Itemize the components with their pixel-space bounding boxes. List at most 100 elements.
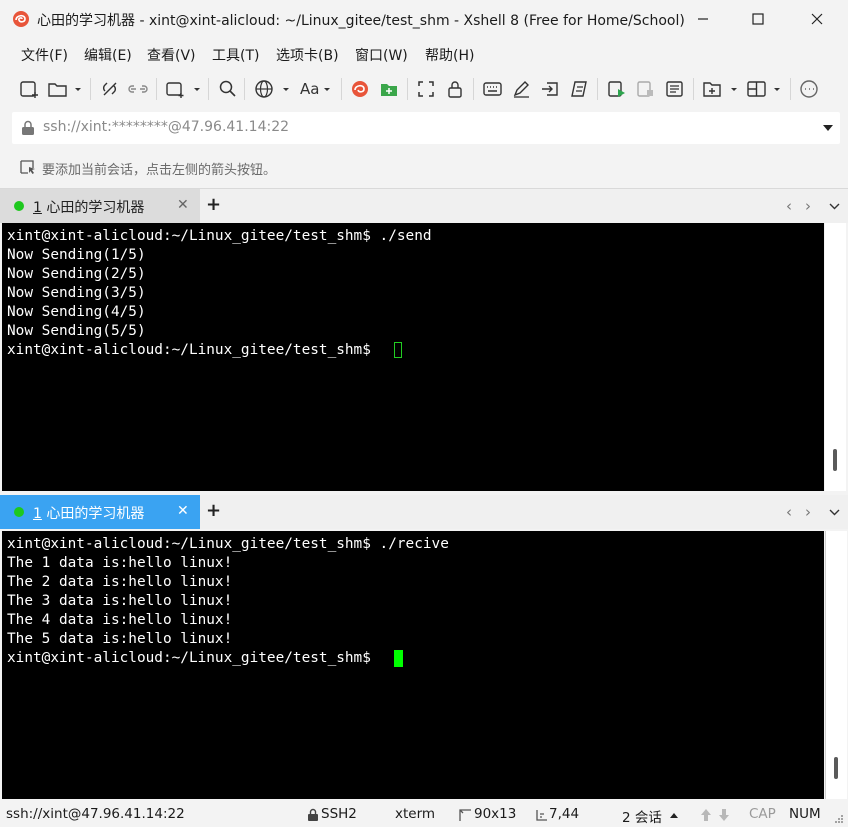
tab-prev-icon[interactable]: ‹ xyxy=(786,197,792,215)
terminal-line: xint@xint-alicloud:~/Linux_gitee/test_sh… xyxy=(7,536,449,552)
folder-open-icon xyxy=(48,83,81,97)
chat-bubble-icon xyxy=(800,80,818,98)
run-script-button[interactable] xyxy=(606,77,628,101)
cursor-position-icon xyxy=(536,810,547,821)
menu-help[interactable]: 帮助(H) xyxy=(425,45,474,65)
highlight-button[interactable] xyxy=(511,77,533,101)
toolbar: Aa xyxy=(0,72,848,106)
chevron-down-icon xyxy=(324,88,331,91)
tab-list-chevron-icon[interactable] xyxy=(829,509,840,516)
new-tab-group-button[interactable] xyxy=(702,77,740,101)
chat-button[interactable] xyxy=(799,77,821,101)
xftp-button[interactable] xyxy=(379,77,401,101)
menu-tools[interactable]: 工具(T) xyxy=(212,45,259,65)
status-num-lock: NUM xyxy=(789,806,821,822)
terminal-line: Now Sending(2/5) xyxy=(7,266,146,282)
terminal-cursor-inactive xyxy=(394,342,402,358)
status-protocol: SSH2 xyxy=(321,806,357,822)
terminal-line: The 4 data is:hello linux! xyxy=(7,612,233,628)
terminal-cursor-active xyxy=(394,650,403,667)
menu-window[interactable]: 窗口(W) xyxy=(355,45,408,65)
address-bar[interactable]: ssh://xint:********@47.96.41.14:22 xyxy=(12,112,840,144)
tab-list-chevron-icon[interactable] xyxy=(829,203,840,210)
address-input[interactable]: ssh://xint:********@47.96.41.14:22 xyxy=(43,119,289,135)
scrollbar-top[interactable] xyxy=(825,223,846,491)
fullscreen-button[interactable] xyxy=(416,77,438,101)
new-session-icon xyxy=(20,81,38,98)
folder-add-icon xyxy=(703,82,737,97)
stop-script-button[interactable] xyxy=(635,77,657,101)
tab-prev-icon[interactable]: ‹ xyxy=(786,503,792,521)
transfer-icon xyxy=(542,82,558,96)
terminal-line: Now Sending(1/5) xyxy=(7,247,146,263)
terminal-pane-top[interactable]: xint@xint-alicloud:~/Linux_gitee/test_sh… xyxy=(2,223,824,491)
keyboard-button[interactable] xyxy=(482,77,504,101)
status-session-count[interactable]: 2 会话 xyxy=(622,806,662,826)
xftp-folder-icon xyxy=(381,84,397,96)
close-button[interactable] xyxy=(788,0,846,38)
terminal-line: xint@xint-alicloud:~/Linux_gitee/test_sh… xyxy=(7,650,380,666)
disconnect-button[interactable] xyxy=(100,77,122,101)
terminal-size-icon xyxy=(459,809,471,821)
tab-close-icon[interactable]: ✕ xyxy=(177,197,189,213)
link-icon xyxy=(128,85,148,93)
new-window-button[interactable] xyxy=(165,77,203,101)
lock-button[interactable] xyxy=(445,77,467,101)
reconnect-button[interactable] xyxy=(128,77,150,101)
tab-label: 心田的学习机器 xyxy=(46,200,145,216)
xshell-logo-icon xyxy=(12,10,30,28)
hint-text: 要添加当前会话，点击左侧的箭头按钮。 xyxy=(42,163,277,178)
scrollbar-thumb[interactable] xyxy=(834,757,838,779)
log-button[interactable] xyxy=(664,77,686,101)
chevron-up-icon[interactable] xyxy=(669,812,679,819)
font-icon: Aa xyxy=(300,80,320,98)
terminal-line: xint@xint-alicloud:~/Linux_gitee/test_sh… xyxy=(7,228,432,244)
new-session-button[interactable] xyxy=(19,77,41,101)
log-icon xyxy=(666,81,683,97)
scrollbar-thumb[interactable] xyxy=(833,449,837,471)
status-terminal-type: xterm xyxy=(395,806,436,822)
link-broken-icon xyxy=(103,82,117,96)
terminal-line: Now Sending(4/5) xyxy=(7,304,146,320)
connected-status-icon xyxy=(14,507,24,517)
terminal-line: Now Sending(3/5) xyxy=(7,285,146,301)
tab-session-bottom[interactable]: 1 心田的学习机器 ✕ xyxy=(0,495,200,529)
tab-number: 1 xyxy=(33,506,42,522)
menu-view[interactable]: 查看(V) xyxy=(147,45,196,65)
window-title: 心田的学习机器 - xint@xint-alicloud: ~/Linux_gi… xyxy=(37,13,685,29)
add-tab-button[interactable]: + xyxy=(206,500,221,521)
find-button[interactable] xyxy=(218,77,238,101)
scrollbar-bottom[interactable] xyxy=(825,531,847,799)
terminal-line: The 1 data is:hello linux! xyxy=(7,555,233,571)
terminal-line: Now Sending(5/5) xyxy=(7,323,146,339)
lock-icon xyxy=(308,808,318,821)
maximize-button[interactable] xyxy=(729,0,787,38)
tab-close-icon[interactable]: ✕ xyxy=(177,503,189,519)
lock-icon xyxy=(448,81,462,98)
layout-button[interactable] xyxy=(746,77,784,101)
tab-session-top[interactable]: 1 心田的学习机器 ✕ xyxy=(0,189,200,223)
status-caps-lock: CAP xyxy=(749,806,776,822)
tab-next-icon[interactable]: › xyxy=(805,197,811,215)
terminal-pane-bottom[interactable]: xint@xint-alicloud:~/Linux_gitee/test_sh… xyxy=(2,531,824,799)
menu-file[interactable]: 文件(F) xyxy=(21,45,68,65)
encoding-button[interactable] xyxy=(254,77,294,101)
tab-next-icon[interactable]: › xyxy=(805,503,811,521)
font-button[interactable]: Aa xyxy=(300,77,335,101)
layout-icon xyxy=(747,81,780,97)
resize-grip-icon[interactable] xyxy=(834,814,844,824)
chevron-down-icon[interactable] xyxy=(822,124,834,132)
add-session-arrow-icon[interactable] xyxy=(19,159,39,175)
menu-tabs[interactable]: 选项卡(B) xyxy=(276,45,339,65)
transfer-button[interactable] xyxy=(540,77,562,101)
status-connection: ssh://xint@47.96.41.14:22 xyxy=(6,806,185,822)
menu-edit[interactable]: 编辑(E) xyxy=(84,45,132,65)
pen-icon xyxy=(513,81,529,98)
open-folder-button[interactable] xyxy=(47,77,83,101)
xshell-brand-button[interactable] xyxy=(350,77,372,101)
scroll-arrows-icon[interactable] xyxy=(699,807,731,823)
stop-doc-icon xyxy=(637,81,653,97)
add-tab-button[interactable]: + xyxy=(206,194,221,215)
minimize-button[interactable] xyxy=(674,0,732,38)
script-button[interactable] xyxy=(569,77,591,101)
